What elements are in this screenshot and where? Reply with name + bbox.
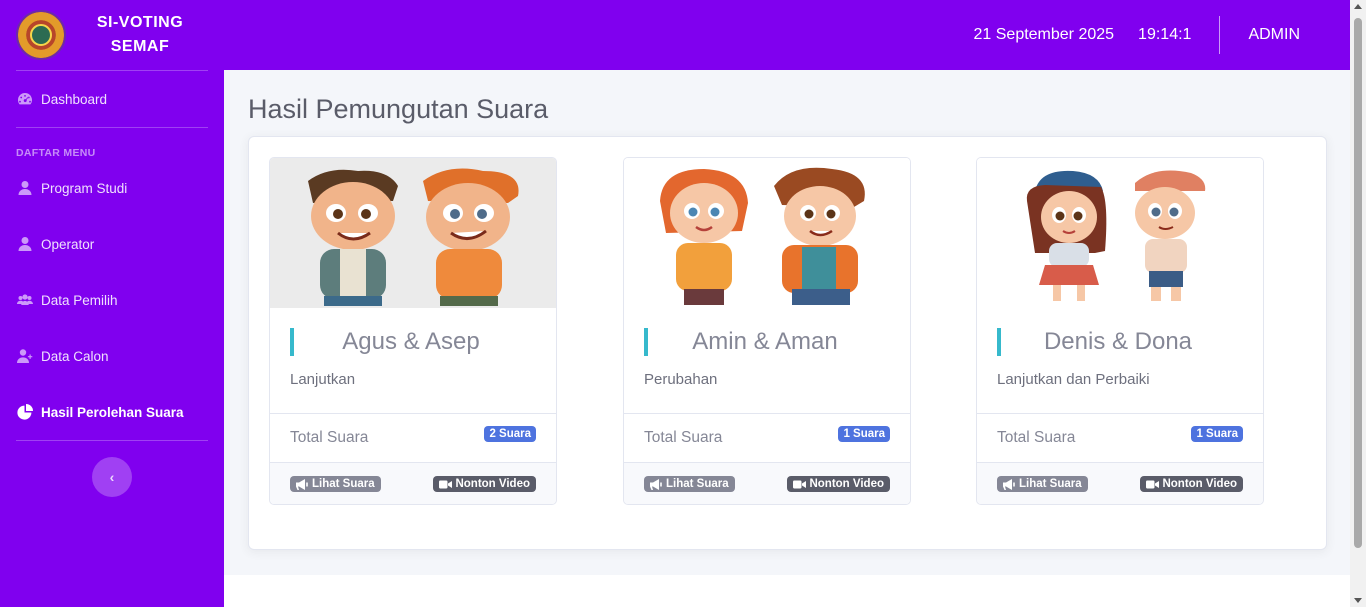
candidate-body: Agus & Asep Lanjutkan bbox=[270, 308, 556, 413]
sidebar-brand[interactable]: SI-VOTING SEMAF bbox=[0, 0, 224, 70]
bullhorn-icon bbox=[650, 478, 662, 490]
sidebar-item-hasil-perolehan-suara[interactable]: Hasil Perolehan Suara bbox=[0, 384, 224, 440]
candidate-card: Denis & Dona Lanjutkan dan Perbaiki Tota… bbox=[976, 157, 1264, 505]
page-scrollbar[interactable] bbox=[1350, 0, 1366, 607]
footer bbox=[224, 575, 1350, 607]
watch-video-button[interactable]: Nonton Video bbox=[1140, 476, 1243, 492]
candidate-name: Amin & Aman bbox=[644, 328, 890, 356]
candidate-body: Amin & Aman Perubahan bbox=[624, 308, 910, 413]
candidate-motto: Lanjutkan bbox=[290, 371, 356, 388]
vote-count-badge: 2 Suara bbox=[484, 426, 536, 442]
main-content: Hasil Pemungutan Suara Agus & Asep Lanju… bbox=[224, 70, 1350, 607]
watch-video-label: Nonton Video bbox=[809, 478, 884, 490]
candidate-image bbox=[977, 158, 1263, 308]
total-votes-label: Total Suara bbox=[290, 429, 369, 446]
topbar-divider bbox=[1219, 16, 1221, 54]
brand-title-line2: SEMAF bbox=[110, 38, 170, 55]
candidate-total-row: Total Suara 1 Suara bbox=[624, 413, 910, 462]
view-votes-button[interactable]: Lihat Suara bbox=[997, 476, 1088, 492]
watch-video-label: Nonton Video bbox=[455, 478, 530, 490]
total-votes-label: Total Suara bbox=[644, 429, 723, 446]
user-icon bbox=[17, 180, 33, 196]
results-panel: Agus & Asep Lanjutkan Total Suara 2 Suar… bbox=[248, 136, 1327, 550]
chevron-left-icon: ‹ bbox=[109, 469, 115, 485]
sidebar-item-program-studi[interactable]: Program Studi bbox=[0, 160, 224, 216]
sidebar-item-label: Data Calon bbox=[41, 348, 109, 364]
view-votes-button[interactable]: Lihat Suara bbox=[290, 476, 381, 492]
video-icon bbox=[793, 480, 807, 488]
bullhorn-icon bbox=[1003, 478, 1015, 490]
page-title: Hasil Pemungutan Suara bbox=[248, 94, 549, 124]
view-votes-label: Lihat Suara bbox=[666, 478, 729, 490]
topbar-date: 21 September 2025 bbox=[973, 26, 1115, 43]
video-icon bbox=[1146, 480, 1160, 488]
tachometer-icon bbox=[17, 91, 33, 107]
sidebar-item-operator[interactable]: Operator bbox=[0, 216, 224, 272]
user-plus-icon bbox=[17, 348, 33, 364]
candidate-motto: Lanjutkan dan Perbaiki bbox=[997, 371, 1150, 388]
candidate-actions: Lihat Suara Nonton Video bbox=[977, 462, 1263, 504]
scroll-up-icon[interactable] bbox=[1354, 4, 1362, 9]
total-votes-label: Total Suara bbox=[997, 429, 1076, 446]
view-votes-label: Lihat Suara bbox=[312, 478, 375, 490]
user-icon bbox=[17, 236, 33, 252]
candidate-motto: Perubahan bbox=[644, 371, 718, 388]
video-icon bbox=[439, 480, 453, 488]
scroll-down-icon[interactable] bbox=[1354, 598, 1362, 603]
chart-pie-icon bbox=[17, 404, 33, 420]
sidebar-item-data-pemilih[interactable]: Data Pemilih bbox=[0, 272, 224, 328]
bullhorn-icon bbox=[296, 478, 308, 490]
sidebar-item-dashboard[interactable]: Dashboard bbox=[0, 71, 224, 127]
candidate-body: Denis & Dona Lanjutkan dan Perbaiki bbox=[977, 308, 1263, 413]
brand-title: SI-VOTING SEMAF bbox=[66, 11, 224, 59]
sidebar-item-label: Dashboard bbox=[41, 91, 108, 107]
sidebar-item-label: Data Pemilih bbox=[41, 292, 118, 308]
watch-video-label: Nonton Video bbox=[1162, 478, 1237, 490]
watch-video-button[interactable]: Nonton Video bbox=[787, 476, 890, 492]
candidate-actions: Lihat Suara Nonton Video bbox=[624, 462, 910, 504]
sidebar-item-label: Hasil Perolehan Suara bbox=[41, 404, 184, 420]
sidebar-item-label: Operator bbox=[41, 236, 95, 252]
candidate-actions: Lihat Suara Nonton Video bbox=[270, 462, 556, 504]
candidate-total-row: Total Suara 2 Suara bbox=[270, 413, 556, 462]
sidebar: SI-VOTING SEMAF Dashboard DAFTAR MENU Pr… bbox=[0, 0, 224, 607]
topbar-time: 19:14:1 bbox=[1138, 26, 1192, 43]
brand-logo bbox=[16, 10, 66, 60]
scrollbar-thumb[interactable] bbox=[1354, 18, 1362, 548]
candidate-image bbox=[270, 158, 556, 308]
users-icon bbox=[17, 292, 33, 308]
view-votes-button[interactable]: Lihat Suara bbox=[644, 476, 735, 492]
view-votes-label: Lihat Suara bbox=[1019, 478, 1082, 490]
sidebar-divider bbox=[16, 440, 208, 441]
vote-count-badge: 1 Suara bbox=[838, 426, 890, 442]
candidate-name: Denis & Dona bbox=[997, 328, 1243, 356]
sidebar-toggle-button[interactable]: ‹ bbox=[92, 457, 132, 497]
candidate-name: Agus & Asep bbox=[290, 328, 536, 356]
candidate-image bbox=[624, 158, 910, 308]
candidate-card: Amin & Aman Perubahan Total Suara 1 Suar… bbox=[623, 157, 911, 505]
candidate-card: Agus & Asep Lanjutkan Total Suara 2 Suar… bbox=[269, 157, 557, 505]
vote-count-badge: 1 Suara bbox=[1191, 426, 1243, 442]
candidate-total-row: Total Suara 1 Suara bbox=[977, 413, 1263, 462]
user-menu[interactable]: ADMIN bbox=[1248, 26, 1300, 44]
watch-video-button[interactable]: Nonton Video bbox=[433, 476, 536, 492]
topbar: 21 September 2025 19:14:1 ADMIN bbox=[224, 0, 1350, 70]
sidebar-item-label: Program Studi bbox=[41, 180, 128, 196]
brand-title-line1: SI-VOTING bbox=[96, 14, 184, 31]
sidebar-item-data-calon[interactable]: Data Calon bbox=[0, 328, 224, 384]
